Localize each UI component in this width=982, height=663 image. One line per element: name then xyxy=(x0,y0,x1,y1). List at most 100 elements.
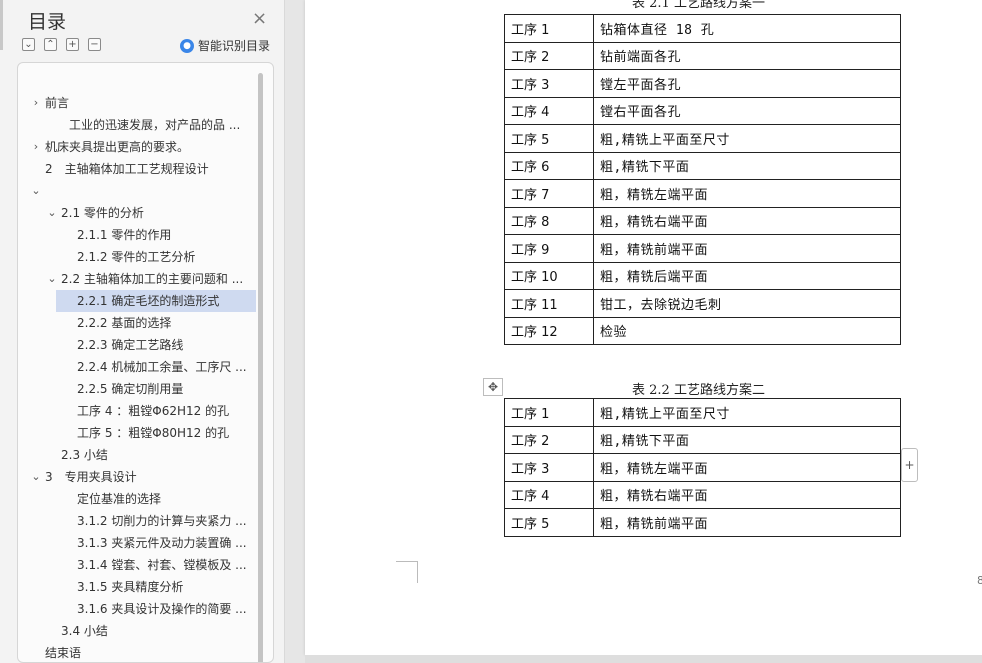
table-move-icon[interactable]: ✥ xyxy=(483,378,503,396)
pane-edge-handle[interactable] xyxy=(0,0,3,50)
toc-item-label: 2.2.3 确定工艺路线 xyxy=(77,338,184,352)
toc-item[interactable]: › 机床夹具提出更高的要求。 xyxy=(18,136,256,158)
toc-item-2-2-1-selected[interactable]: 2.2.1 确定毛坯的制造形式 xyxy=(56,290,256,312)
table-cell[interactable]: 工序 7 xyxy=(504,179,594,208)
table-cell[interactable]: 粗，精铣前端平面 xyxy=(593,234,901,263)
toc-item-empty[interactable]: ⌄ xyxy=(18,180,256,202)
table-row: 工序 3 粗，精铣左端平面 xyxy=(504,453,901,482)
table-cell[interactable]: 工序 12 xyxy=(504,316,594,345)
toc-item-2-2[interactable]: ⌄ 2.2 主轴箱体加工的主要问题和 ... xyxy=(18,268,256,290)
close-icon[interactable]: × xyxy=(252,8,267,29)
table-cell[interactable]: 镗左平面各孔 xyxy=(593,69,901,98)
toc-item-2-1-1[interactable]: 2.1.1 零件的作用 xyxy=(18,224,256,246)
toc-item-2-2-2[interactable]: 2.2.2 基面的选择 xyxy=(18,312,256,334)
horizontal-scrollbar[interactable] xyxy=(305,655,982,663)
collapse-all-icon[interactable]: ⌄ xyxy=(22,38,35,51)
table-cell[interactable]: 镗右平面各孔 xyxy=(593,96,901,125)
toc-item-3-1-4[interactable]: 3.1.4 镗套、衬套、镗模板及 ... xyxy=(18,554,256,576)
toc-item-label: 2.3 小结 xyxy=(61,448,108,462)
table-cell[interactable]: 工序 9 xyxy=(504,234,594,263)
toc-item-3-1-5[interactable]: 3.1.5 夹具精度分析 xyxy=(18,576,256,598)
table-cell[interactable]: 粗，精铣后端平面 xyxy=(593,261,901,290)
table2-process-route[interactable]: 工序 1 粗,精铣上平面至尺寸 工序 2 粗,精铣下平面 工序 3 粗，精铣左端平面 … xyxy=(504,398,901,537)
smart-toc-button[interactable]: ● 智能识别目录 xyxy=(180,37,270,54)
table-cell[interactable]: 粗,精铣上平面至尺寸 xyxy=(593,398,901,427)
chevron-down-icon[interactable]: ⌄ xyxy=(31,180,41,202)
toc-item-2-2-5[interactable]: 2.2.5 确定切削用量 xyxy=(18,378,256,400)
toc-item-label: 2.1 零件的分析 xyxy=(61,206,144,220)
chevron-right-icon[interactable]: › xyxy=(31,136,41,158)
table-cell[interactable]: 粗，精铣右端平面 xyxy=(593,206,901,235)
toc-item-2-3[interactable]: 2.3 小结 xyxy=(18,444,256,466)
table-row: 工序 4 粗，精铣右端平面 xyxy=(504,480,901,509)
toc-item-label: 2.2.2 基面的选择 xyxy=(77,316,172,330)
toc-item-3-1-2[interactable]: 3.1.2 切削力的计算与夹紧力 ... xyxy=(18,510,256,532)
chevron-down-icon[interactable]: ⌄ xyxy=(47,202,57,224)
toc-scrollbar[interactable] xyxy=(258,73,263,662)
table-cell[interactable]: 工序 2 xyxy=(504,425,594,454)
toc-item-label: 机床夹具提出更高的要求。 xyxy=(45,140,190,154)
toc-item-2-1[interactable]: ⌄ 2.1 零件的分析 xyxy=(18,202,256,224)
table-cell[interactable]: 工序 11 xyxy=(504,289,594,318)
chevron-right-icon[interactable]: › xyxy=(31,92,41,114)
toc-item-2-1-2[interactable]: 2.1.2 零件的工艺分析 xyxy=(18,246,256,268)
table-cell[interactable]: 工序 8 xyxy=(504,206,594,235)
table-row: 工序 9 粗，精铣前端平面 xyxy=(504,234,901,263)
table-cell[interactable]: 工序 1 xyxy=(504,14,594,43)
table-cell[interactable]: 粗，精铣左端平面 xyxy=(593,179,901,208)
table-cell[interactable]: 钻前端面各孔 xyxy=(593,41,901,70)
table-cell[interactable]: 粗，精铣前端平面 xyxy=(593,508,901,537)
table-cell[interactable]: 工序 2 xyxy=(504,41,594,70)
table-cell[interactable]: 粗,精铣下平面 xyxy=(593,425,901,454)
table-cell[interactable]: 钳工，去除锐边毛刺 xyxy=(593,289,901,318)
table1-process-route[interactable]: 工序 1 钻箱体直径 18 孔 工序 2 钻前端面各孔 工序 3 镗左平面各孔 工序 … xyxy=(504,14,901,345)
smart-toc-icon: ● xyxy=(180,38,194,53)
table-cell[interactable]: 钻箱体直径 18 孔 xyxy=(593,14,901,43)
table-row: 工序 10 粗，精铣后端平面 xyxy=(504,261,901,290)
toc-item-process-5[interactable]: 工序 5 ：粗镗Φ80H12 的孔 xyxy=(18,422,256,444)
remove-heading-icon[interactable]: − xyxy=(88,38,101,51)
toc-item-3-1-3[interactable]: 3.1.3 夹紧元件及动力装置确 ... xyxy=(18,532,256,554)
toc-item-chapter-3[interactable]: ⌄ 3 专用夹具设计 xyxy=(18,466,256,488)
table-cell[interactable]: 工序 1 xyxy=(504,398,594,427)
toc-item-label: 3.4 小结 xyxy=(61,624,108,638)
toc-item-positioning[interactable]: 定位基准的选择 xyxy=(18,488,256,510)
table-cell[interactable]: 工序 3 xyxy=(504,453,594,482)
chevron-down-icon[interactable]: ⌄ xyxy=(47,268,57,290)
toc-item-conclusion[interactable]: 结束语 xyxy=(18,642,256,662)
toc-item-2-2-3[interactable]: 2.2.3 确定工艺路线 xyxy=(18,334,256,356)
table-cell[interactable]: 工序 4 xyxy=(504,96,594,125)
add-column-icon[interactable]: + xyxy=(901,448,918,482)
toc-item-process-4[interactable]: 工序 4 ：粗镗Φ62H12 的孔 xyxy=(18,400,256,422)
add-heading-icon[interactable]: + xyxy=(66,38,79,51)
toc-item-3-1-6[interactable]: 3.1.6 夹具设计及操作的简要 ... xyxy=(18,598,256,620)
table-cell[interactable]: 工序 4 xyxy=(504,480,594,509)
toc-item-label: 2.2.1 确定毛坯的制造形式 xyxy=(77,294,220,308)
table-cell[interactable]: 粗，精铣右端平面 xyxy=(593,480,901,509)
table-row: 工序 3 镗左平面各孔 xyxy=(504,69,901,98)
table-cell[interactable]: 工序 10 xyxy=(504,261,594,290)
table-cell[interactable]: 工序 6 xyxy=(504,151,594,180)
toc-item-label: 2.1.2 零件的工艺分析 xyxy=(77,250,196,264)
document-page[interactable]: 表 2.1 工艺路线方案一 工序 1 钻箱体直径 18 孔 工序 2 钻前端面各孔 … xyxy=(305,0,982,655)
table-cell[interactable]: 工序 5 xyxy=(504,508,594,537)
table-row: 工序 12 检验 xyxy=(504,316,901,345)
toc-item-label: 2.2.4 机械加工余量、工序尺 ... xyxy=(77,360,247,374)
toc-item-2-2-4[interactable]: 2.2.4 机械加工余量、工序尺 ... xyxy=(18,356,256,378)
table-cell[interactable]: 检验 xyxy=(593,316,901,345)
table-cell[interactable]: 粗，精铣左端平面 xyxy=(593,453,901,482)
toc-item[interactable]: 工业的迅速发展，对产品的品 ... xyxy=(18,114,256,136)
toc-item-3-4[interactable]: 3.4 小结 xyxy=(18,620,256,642)
toc-item-preface[interactable]: › 前言 xyxy=(18,92,256,114)
smart-toc-label: 智能识别目录 xyxy=(198,39,271,53)
toc-item-chapter-2[interactable]: 2 主轴箱体加工工艺规程设计 xyxy=(18,158,256,180)
toc-item-label: 工序 5 ：粗镗Φ80H12 的孔 xyxy=(77,426,230,440)
table-cell[interactable]: 工序 3 xyxy=(504,69,594,98)
chevron-down-icon[interactable]: ⌄ xyxy=(31,466,41,488)
table-cell[interactable]: 粗,精铣下平面 xyxy=(593,151,901,180)
toc-item-label: 工业的迅速发展，对产品的品 ... xyxy=(69,118,241,132)
table-cell[interactable]: 工序 5 xyxy=(504,124,594,153)
toc-item-label: 2 主轴箱体加工工艺规程设计 xyxy=(45,162,209,176)
expand-all-icon[interactable]: ⌃ xyxy=(44,38,57,51)
table-cell[interactable]: 粗,精铣上平面至尺寸 xyxy=(593,124,901,153)
